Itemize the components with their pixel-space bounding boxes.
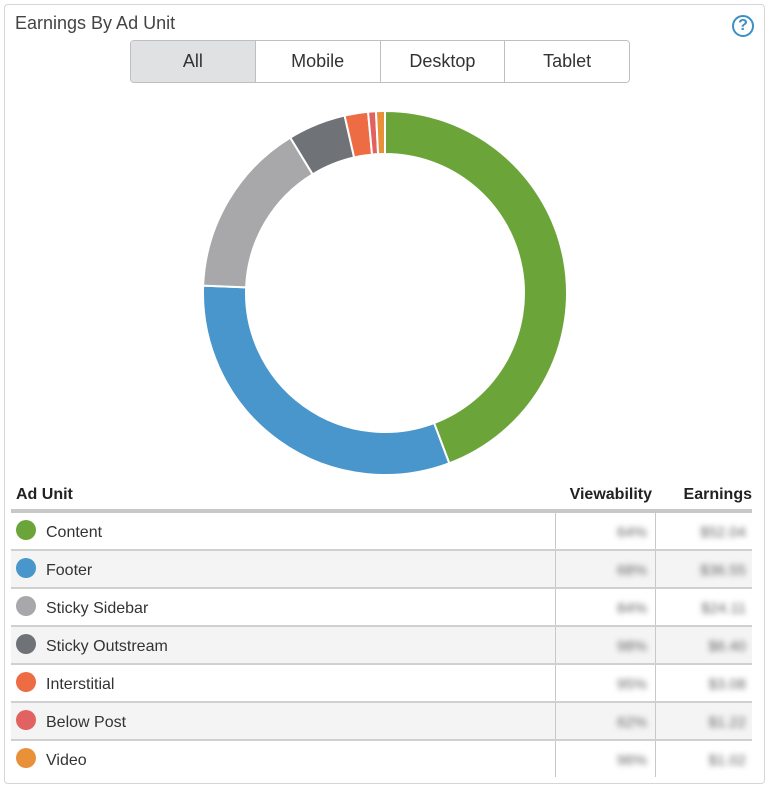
table-row: Interstitial 95% $3.08	[11, 665, 752, 703]
donut-slice-sticky-sidebar[interactable]	[202, 136, 315, 289]
table-row: Footer 68% $36.55	[11, 551, 752, 589]
earnings-value: $52.04	[700, 524, 746, 541]
earnings-value: $24.11	[701, 600, 746, 617]
ad-unit-name: Footer	[46, 562, 93, 579]
legend-dot	[16, 596, 36, 616]
column-divider	[555, 589, 556, 625]
earnings-donut-chart	[202, 109, 569, 476]
ad-unit-name: Sticky Outstream	[46, 638, 168, 655]
earnings-value: $6.40	[708, 638, 746, 655]
table-row: Video 96% $1.02	[11, 741, 752, 777]
viewability-value: 62%	[616, 714, 647, 731]
column-divider	[555, 513, 556, 549]
header-ad-unit: Ad Unit	[16, 486, 73, 503]
ad-unit-table: Content 64% $52.04 Footer 68% $36.55 Sti…	[11, 513, 752, 777]
header-viewability: Viewability	[569, 486, 652, 503]
earnings-value: $3.08	[708, 676, 746, 693]
legend-dot	[16, 520, 36, 540]
viewability-value: 96%	[616, 752, 647, 769]
column-divider	[655, 551, 656, 587]
table-row: Content 64% $52.04	[11, 513, 752, 551]
ad-unit-name: Video	[46, 752, 87, 769]
legend-dot	[16, 634, 36, 654]
column-divider	[655, 703, 656, 739]
column-divider	[655, 741, 656, 777]
column-divider	[655, 665, 656, 701]
column-divider	[655, 627, 656, 663]
ad-unit-name: Below Post	[46, 714, 127, 731]
column-divider	[655, 589, 656, 625]
tab-desktop[interactable]: Desktop	[380, 41, 506, 82]
viewability-value: 68%	[616, 562, 647, 579]
viewability-value: 84%	[616, 600, 647, 617]
donut-slice-footer[interactable]	[202, 284, 451, 476]
device-tabs: All Mobile Desktop Tablet	[130, 40, 630, 83]
help-question-icon[interactable]: ?	[732, 15, 754, 37]
table-header: Ad Unit Viewability Earnings	[14, 480, 752, 510]
ad-unit-name: Content	[46, 524, 103, 541]
column-divider	[555, 703, 556, 739]
tab-all[interactable]: All	[131, 41, 256, 82]
donut-slice-video[interactable]	[374, 109, 386, 156]
column-divider	[555, 665, 556, 701]
earnings-value: $1.02	[708, 752, 746, 769]
donut-slice-content[interactable]	[384, 109, 569, 465]
column-divider	[555, 741, 556, 777]
widget-title: Earnings By Ad Unit	[15, 13, 176, 33]
table-row: Sticky Outstream 98% $6.40	[11, 627, 752, 665]
legend-dot	[16, 672, 36, 692]
ad-unit-name: Interstitial	[46, 676, 115, 693]
column-divider	[555, 627, 556, 663]
earnings-value: $36.55	[700, 562, 746, 579]
viewability-value: 95%	[616, 676, 647, 693]
table-row: Below Post 62% $1.22	[11, 703, 752, 741]
ad-unit-name: Sticky Sidebar	[46, 600, 149, 617]
header-earnings: Earnings	[683, 486, 752, 503]
tab-tablet[interactable]: Tablet	[505, 41, 629, 82]
earnings-value: $1.22	[708, 714, 746, 731]
column-divider	[555, 551, 556, 587]
legend-dot	[16, 710, 36, 730]
viewability-value: 98%	[616, 638, 647, 655]
table-row: Sticky Sidebar 84% $24.11	[11, 589, 752, 627]
legend-dot	[16, 558, 36, 578]
viewability-value: 64%	[616, 524, 647, 541]
column-divider	[655, 513, 656, 549]
legend-dot	[16, 748, 36, 768]
tab-mobile[interactable]: Mobile	[255, 41, 381, 82]
